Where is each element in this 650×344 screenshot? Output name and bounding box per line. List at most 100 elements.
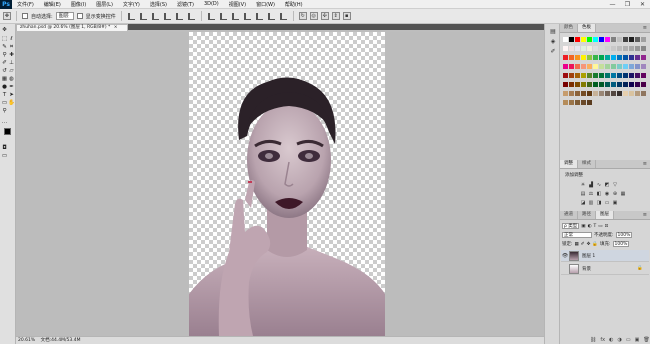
document-tab[interactable]: zhuhan.psd @ 20.6% (图层 1, RGB/8#) * × [16,24,128,31]
color-swatch[interactable] [623,73,628,78]
color-swatch[interactable] [569,100,574,105]
color-swatch[interactable] [581,55,586,60]
color-swatch[interactable] [587,82,592,87]
lock-all-icon[interactable]: 🔒 [592,242,598,247]
lock-position-icon[interactable]: ✥ [587,242,591,247]
color-swatch[interactable] [605,82,610,87]
color-swatch[interactable] [563,46,568,51]
color-swatch[interactable] [563,100,568,105]
3d-slide-icon[interactable]: ⇕ [331,12,340,20]
color-swatch[interactable] [629,73,634,78]
black-white-icon[interactable]: ◧ [596,191,602,197]
menu-help[interactable]: 帮助(H) [280,1,308,8]
color-swatch[interactable] [581,82,586,87]
color-swatch[interactable] [641,55,646,60]
layer-name[interactable]: 图层 1 [582,253,595,259]
color-swatch[interactable] [593,82,598,87]
color-swatch[interactable] [629,91,634,96]
layer-mask-icon[interactable]: ◐ [609,337,613,343]
color-swatch[interactable] [635,55,640,60]
eraser-tool-icon[interactable]: ▱ [8,68,15,75]
color-swatch[interactable] [575,46,580,51]
document-tab-close-icon[interactable]: × [114,25,118,30]
panel-menu-icon[interactable]: ≡ [643,160,647,168]
maximize-button[interactable]: ❐ [620,0,635,9]
color-swatch[interactable] [641,73,646,78]
color-balance-icon[interactable]: ⚖ [588,191,594,197]
new-layer-icon[interactable]: ▣ [635,337,640,343]
color-swatch[interactable] [575,100,580,105]
brightness-contrast-icon[interactable]: ☀ [580,182,586,188]
tab-layers[interactable]: 图层 [596,211,614,219]
link-layers-icon[interactable]: ⛓ [590,337,596,343]
tab-color[interactable]: 颜色 [560,24,578,32]
color-swatch[interactable] [575,82,580,87]
color-swatch[interactable] [635,46,640,51]
color-swatch[interactable] [605,37,610,42]
color-swatch[interactable] [575,64,580,69]
opacity-field[interactable]: 100% [615,232,633,238]
blur-tool-icon[interactable]: ◍ [8,76,15,83]
clone-stamp-tool-icon[interactable]: ⊥ [8,60,15,67]
color-swatch[interactable] [569,37,574,42]
color-swatch[interactable] [599,55,604,60]
menu-3d[interactable]: 3D(D) [199,1,224,7]
history-brush-tool-icon[interactable]: ↺ [1,68,8,75]
color-swatch[interactable] [563,64,568,69]
layer-row[interactable]: 👁 图层 1 [561,250,649,262]
minimize-button[interactable]: — [605,0,620,9]
color-swatch[interactable] [635,37,640,42]
tab-channels[interactable]: 通道 [560,211,578,219]
quick-mask-icon[interactable]: ◘ [1,145,8,152]
color-swatch[interactable] [629,55,634,60]
color-swatch[interactable] [593,46,598,51]
posterize-icon[interactable]: ▥ [588,200,594,206]
filter-pixel-icon[interactable]: ▣ [581,224,585,229]
3d-drag-icon[interactable]: ✣ [320,12,329,20]
dodge-tool-icon[interactable]: ● [1,84,8,91]
3d-rotate-icon[interactable]: ↻ [298,12,307,20]
color-swatch[interactable] [641,91,646,96]
color-swatch[interactable] [635,64,640,69]
pen-tool-icon[interactable]: ✒ [8,84,15,91]
document-canvas[interactable] [189,32,385,336]
color-swatch[interactable] [593,91,598,96]
color-swatch[interactable] [599,73,604,78]
auto-select-dropdown[interactable]: 图层 [55,12,74,20]
layer-name[interactable]: 背景 [582,266,591,272]
close-button[interactable]: ✕ [635,0,650,9]
color-swatch[interactable] [617,82,622,87]
color-swatch[interactable] [587,37,592,42]
exposure-icon[interactable]: ◩ [604,182,610,188]
align-hcenter-icon[interactable] [175,12,183,20]
color-swatch[interactable] [593,64,598,69]
color-swatch[interactable] [599,37,604,42]
zoom-level[interactable]: 20.61% [18,338,35,343]
color-swatch[interactable] [611,64,616,69]
color-swatch[interactable] [587,100,592,105]
color-swatch[interactable] [629,46,634,51]
color-swatch[interactable] [611,37,616,42]
color-swatch[interactable] [575,55,580,60]
color-swatch[interactable] [569,55,574,60]
distribute-vcenter-icon[interactable] [219,12,227,20]
quick-select-tool-icon[interactable]: ✎ [1,44,8,51]
invert-icon[interactable]: ◪ [580,200,586,206]
shape-tool-icon[interactable]: ▭ [1,100,8,107]
brush-tool-icon[interactable]: ✐ [1,60,8,67]
color-swatch[interactable] [629,64,634,69]
adjustment-layer-icon[interactable]: ◑ [617,337,621,343]
menu-window[interactable]: 窗口(W) [251,1,280,8]
color-swatch[interactable] [593,37,598,42]
color-swatch[interactable] [623,91,628,96]
filter-adjust-icon[interactable]: ◐ [588,224,592,229]
color-swatch[interactable] [569,82,574,87]
color-swatch[interactable] [599,82,604,87]
color-swatch[interactable] [635,73,640,78]
distribute-hcenter-icon[interactable] [255,12,263,20]
color-swatch[interactable] [581,37,586,42]
filter-type-icon[interactable]: T [594,224,597,229]
color-swatch[interactable] [605,46,610,51]
align-bottom-icon[interactable] [151,12,159,20]
auto-select-checkbox[interactable] [22,13,28,19]
